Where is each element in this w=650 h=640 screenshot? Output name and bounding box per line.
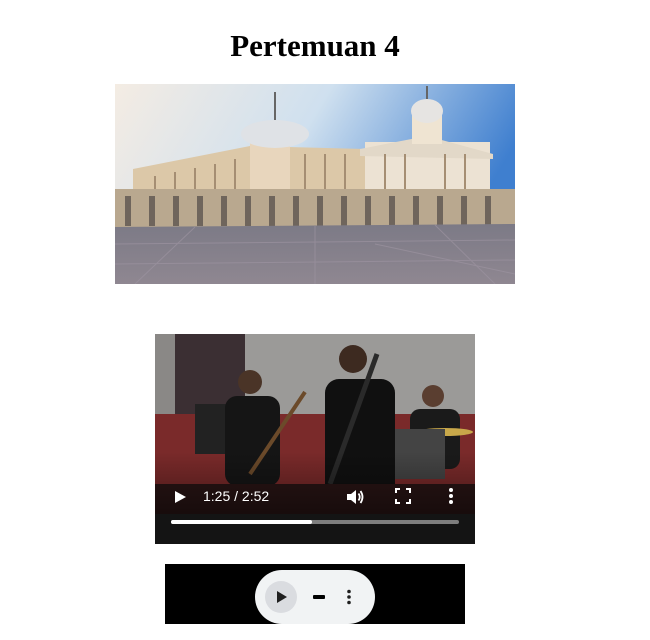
mosque-image [115, 84, 515, 284]
video-player[interactable]: La 1:25 / 2:52 [155, 334, 475, 544]
play-button[interactable] [171, 488, 189, 506]
more-vert-icon [347, 589, 351, 605]
audio-play-button[interactable] [265, 581, 297, 613]
video-progress-fill [171, 520, 313, 524]
audio-volume-slider[interactable] [313, 595, 325, 599]
volume-button[interactable] [345, 487, 365, 507]
video-progress-bar[interactable] [171, 520, 459, 524]
more-options-button[interactable] [447, 486, 455, 506]
audio-player[interactable] [165, 564, 465, 624]
fullscreen-icon [395, 488, 411, 504]
play-icon [175, 491, 186, 503]
more-vert-icon [449, 488, 453, 504]
progress-area [155, 514, 475, 544]
audio-more-options-button[interactable] [346, 589, 352, 605]
audio-controls [255, 570, 375, 624]
volume-icon [347, 490, 364, 504]
time-display: 1:25 / 2:52 [203, 488, 270, 504]
page-title: Pertemuan 4 [230, 28, 400, 63]
play-icon [277, 591, 287, 603]
fullscreen-button[interactable] [395, 488, 411, 504]
